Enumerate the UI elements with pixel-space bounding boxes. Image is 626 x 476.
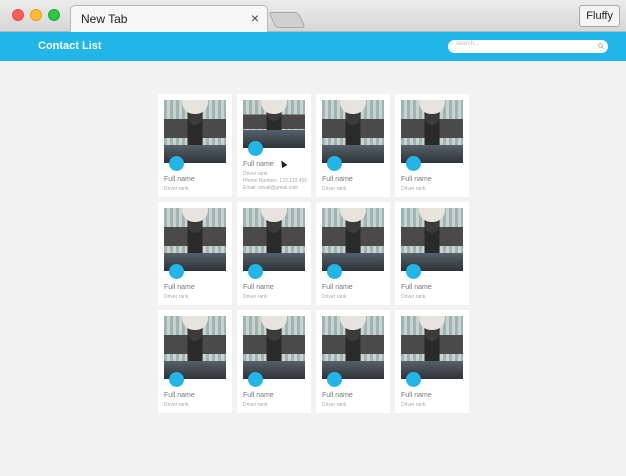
contact-grid: Full name Driver rank Full name Driver r… (158, 94, 471, 413)
contact-name: Full name (164, 284, 195, 291)
contact-card[interactable]: Full name Driver rank (237, 310, 311, 413)
contact-card[interactable]: Full name Driver rank (158, 94, 232, 197)
contact-rank: Driver rank (401, 186, 426, 192)
contact-rank: Driver rank (164, 294, 189, 300)
contact-name: Full name (322, 284, 353, 291)
contact-card-expanded[interactable]: Full name Driver rank Phone Number: 123.… (237, 94, 311, 197)
contact-rank: Driver rank (401, 402, 426, 408)
contact-card[interactable]: Full name Driver rank (158, 310, 232, 413)
contact-phone: Phone Number: 123.123.456 (243, 178, 308, 184)
contact-rank: Driver rank (243, 171, 268, 177)
contact-photo (164, 316, 226, 379)
avatar (169, 156, 184, 171)
contact-name: Full name (401, 392, 432, 399)
tab-close-icon[interactable]: × (251, 10, 259, 26)
search-placeholder: search... (456, 41, 480, 47)
browser-tab[interactable]: New Tab × (70, 5, 268, 32)
new-tab-button[interactable] (268, 12, 306, 28)
contact-name: Full name (322, 392, 353, 399)
contact-photo (322, 316, 384, 379)
contact-name: Full name (322, 176, 353, 183)
avatar (248, 372, 263, 387)
contact-photo (401, 208, 463, 271)
contact-photo (322, 208, 384, 271)
search-input[interactable]: search... (448, 40, 608, 53)
avatar (406, 156, 421, 171)
contact-name: Full name (243, 161, 274, 168)
contact-card[interactable]: Full name Driver rank (395, 94, 469, 197)
avatar (327, 156, 342, 171)
contact-name: Full name (243, 284, 274, 291)
contact-rank: Driver rank (322, 402, 347, 408)
contact-photo (164, 100, 226, 163)
contact-rank: Driver rank (322, 294, 347, 300)
contact-name: Full name (164, 176, 195, 183)
contact-rank: Driver rank (243, 402, 268, 408)
contact-photo (243, 208, 305, 271)
avatar (248, 141, 263, 156)
tab-title: New Tab (81, 12, 128, 26)
contact-rank: Driver rank (243, 294, 268, 300)
page-title: Contact List (38, 40, 102, 52)
minimize-window-button[interactable] (30, 9, 42, 21)
contact-name: Full name (401, 176, 432, 183)
contact-name: Full name (401, 284, 432, 291)
contact-rank: Driver rank (322, 186, 347, 192)
avatar (406, 372, 421, 387)
contact-card[interactable]: Full name Driver rank (237, 202, 311, 305)
avatar (327, 372, 342, 387)
contact-name: Full name (164, 392, 195, 399)
contact-card[interactable]: Full name Driver rank (158, 202, 232, 305)
contact-rank: Driver rank (164, 186, 189, 192)
contact-photo (401, 100, 463, 163)
maximize-window-button[interactable] (48, 9, 60, 21)
contact-card[interactable]: Full name Driver rank (316, 94, 390, 197)
contact-photo (243, 316, 305, 379)
contact-photo (322, 100, 384, 163)
contact-rank: Driver rank (164, 402, 189, 408)
mouse-cursor-icon (278, 158, 288, 169)
search-icon[interactable] (598, 43, 603, 48)
contact-email[interactable]: Email: email@gmail.com (243, 185, 298, 191)
app-header: Contact List search... (0, 32, 626, 61)
avatar (406, 264, 421, 279)
profile-button[interactable]: Fluffy (579, 5, 620, 27)
contact-card[interactable]: Full name Driver rank (395, 310, 469, 413)
contact-rank: Driver rank (401, 294, 426, 300)
avatar (327, 264, 342, 279)
browser-chrome: New Tab × Fluffy (0, 0, 626, 32)
close-window-button[interactable] (12, 9, 24, 21)
avatar (169, 264, 184, 279)
avatar (248, 264, 263, 279)
avatar (169, 372, 184, 387)
contact-photo (164, 208, 226, 271)
contact-card[interactable]: Full name Driver rank (316, 202, 390, 305)
contact-card[interactable]: Full name Driver rank (316, 310, 390, 413)
contact-card[interactable]: Full name Driver rank (395, 202, 469, 305)
contact-name: Full name (243, 392, 274, 399)
contact-photo (401, 316, 463, 379)
